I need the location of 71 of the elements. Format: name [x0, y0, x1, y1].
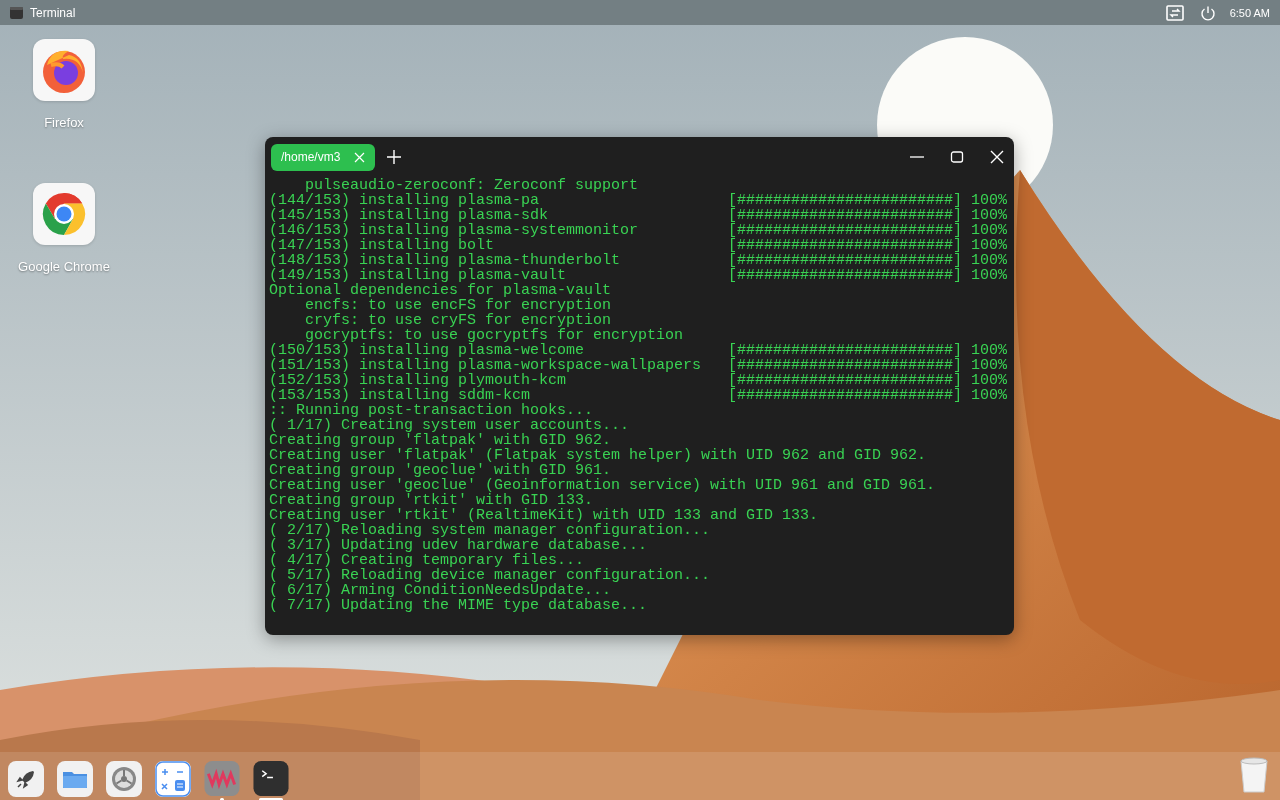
progress-bar-text: [########################] — [728, 388, 963, 403]
trash-icon — [1238, 756, 1270, 794]
terminal-line: encfs: to use encFS for encryption — [305, 298, 612, 313]
progress-bar-text: [########################] — [728, 343, 963, 358]
terminal-line: ( 4/17) Creating temporary files... — [269, 553, 585, 568]
terminal-line: pulseaudio-zeroconf: Zeroconf support — [305, 178, 639, 193]
progress-bar-text: [########################] — [728, 253, 963, 268]
clock: 6:50 AM — [1229, 6, 1270, 19]
terminal-line: cryfs: to use cryFS for encryption — [304, 313, 612, 328]
progress-bar-text: [########################] — [728, 358, 963, 373]
terminal-line: Optional dependencies for plasma-vault — [269, 283, 612, 298]
terminal-line: Creating group 'rtkit' with GID 133. — [269, 493, 594, 508]
terminal-line: (149/153) installing plasma-vault — [269, 268, 567, 283]
percent-text: 100% — [971, 238, 1008, 253]
terminal-line: :: Running post-transaction hooks... — [269, 403, 594, 418]
close-tab-icon[interactable] — [354, 151, 366, 163]
terminal-line: (153/153) installing sddm-kcm — [269, 388, 531, 403]
settings-icon — [106, 761, 142, 797]
terminal-tab[interactable]: /home/vm3 — [271, 143, 376, 171]
power-icon[interactable] — [1198, 4, 1217, 21]
percent-text: 100% — [971, 358, 1008, 373]
chrome-logo-icon — [41, 191, 87, 237]
active-app-title: Terminal — [30, 5, 76, 20]
terminal-icon — [10, 6, 23, 19]
percent-text: 100% — [971, 343, 1008, 358]
terminal-line: (144/153) installing plasma-pa — [269, 193, 540, 208]
terminal-line: ( 3/17) Updating udev hardware database... — [269, 538, 648, 553]
shortcut-label: Google Chrome — [18, 259, 110, 274]
percent-text: 100% — [971, 268, 1008, 283]
terminal-line: ( 6/17) Arming ConditionNeedsUpdate... — [269, 583, 612, 598]
progress-bar-text: [########################] — [728, 193, 963, 208]
terminal-line: (151/153) installing plasma-workspace-wallpapers — [269, 358, 703, 373]
progress-bar-text: [########################] — [728, 268, 963, 283]
vm-logo-icon — [204, 761, 240, 797]
percent-text: 100% — [971, 253, 1008, 268]
progress-bar-text: [########################] — [728, 238, 963, 253]
progress-bar-text: [########################] — [728, 208, 963, 223]
terminal-icon — [253, 761, 289, 797]
terminal-line: ( 5/17) Reloading device manager configuration... — [269, 568, 711, 583]
terminal-line: (148/153) installing plasma-thunderbolt — [269, 253, 622, 268]
close-icon — [990, 150, 1004, 164]
terminal-line: (147/153) installing bolt — [269, 238, 495, 253]
percent-text: 100% — [971, 193, 1008, 208]
terminal-line: (152/153) installing plymouth-kcm — [269, 373, 567, 388]
calculator-icon — [155, 761, 191, 797]
terminal-line: gocryptfs: to use gocryptfs for encryption — [305, 328, 684, 343]
folder-icon — [57, 761, 93, 797]
progress-bar-text: [########################] — [728, 223, 963, 238]
maximize-icon — [950, 150, 964, 164]
terminal-line: ( 1/17) Creating system user accounts... — [269, 418, 630, 433]
terminal-line: ( 7/17) Updating the MIME type database... — [269, 598, 648, 613]
percent-text: 100% — [971, 223, 1008, 238]
percent-text: 100% — [971, 388, 1008, 403]
terminal-line: (145/153) installing plasma-sdk — [269, 208, 549, 223]
plus-icon — [387, 150, 402, 164]
terminal-line: Creating user 'flatpak' (Flatpak system helper) with UID 962 and GID 962. — [269, 448, 927, 463]
terminal-line: (146/153) installing plasma-systemmonitor — [269, 223, 640, 238]
percent-text: 100% — [971, 373, 1008, 388]
app-shortcut[interactable] — [33, 39, 95, 101]
terminal-line: (150/153) installing plasma-welcome — [269, 343, 585, 358]
terminal-line: Creating user 'rtkit' (RealtimeKit) with UID 133 and GID 133. — [269, 508, 819, 523]
app-shortcut[interactable] — [33, 183, 95, 245]
shortcut-label: Firefox — [44, 115, 84, 130]
terminal-line: Creating group 'geoclue' with GID 961. — [269, 463, 612, 478]
rocket-icon — [8, 761, 44, 797]
progress-bar-text: [########################] — [728, 373, 963, 388]
percent-text: 100% — [971, 208, 1008, 223]
terminal-line: Creating group 'flatpak' with GID 962. — [269, 433, 612, 448]
terminal-line: ( 2/17) Reloading system manager configuration... — [269, 523, 711, 538]
terminal-line: Creating user 'geoclue' (Geoinformation service) with UID 961 and GID 961. — [269, 478, 936, 493]
screen-switch-icon[interactable] — [1165, 4, 1184, 21]
